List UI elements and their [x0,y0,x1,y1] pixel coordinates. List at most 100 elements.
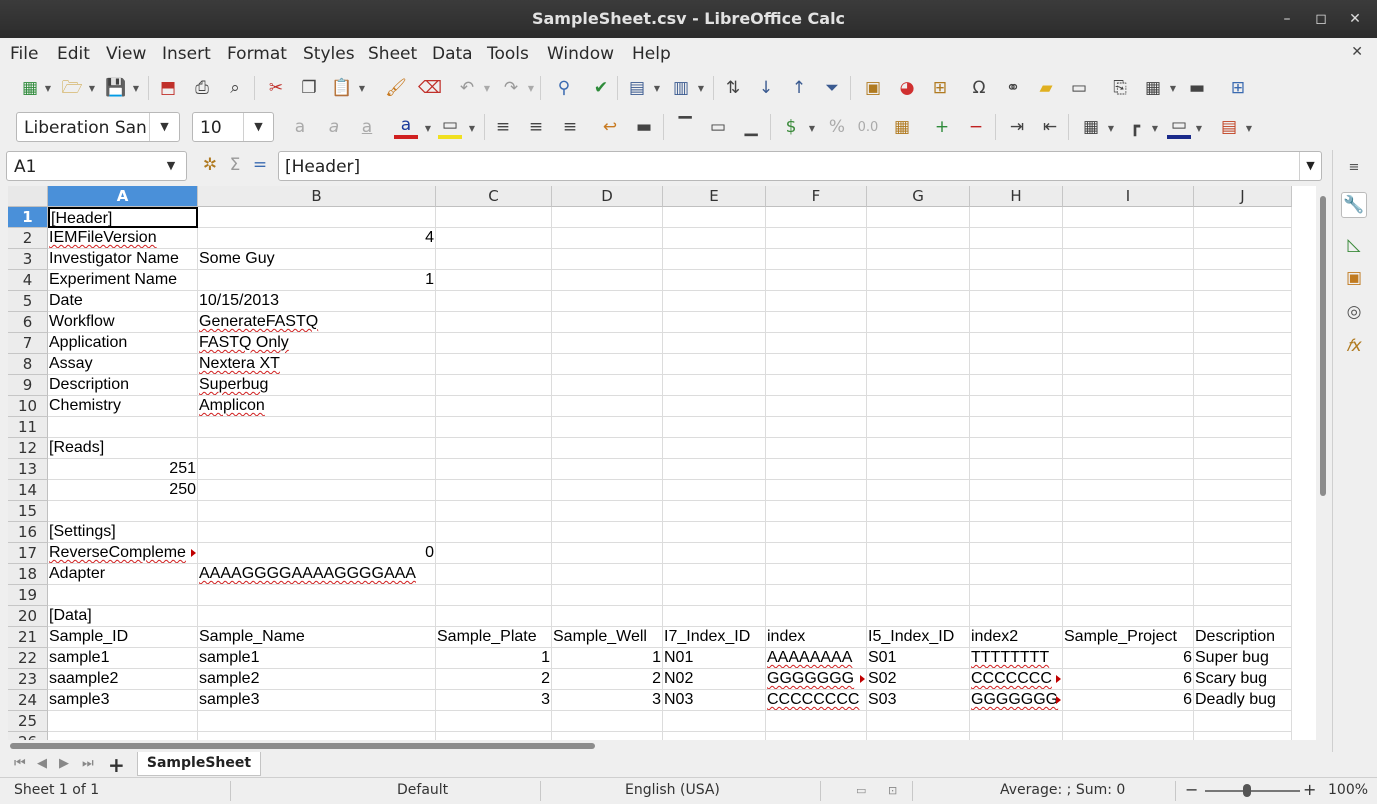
cell-g22[interactable]: S01 [867,648,970,669]
cell-e4[interactable] [663,270,766,291]
cell-g7[interactable] [867,333,970,354]
menu-window[interactable]: Window [547,44,614,64]
cell-c23[interactable]: 2 [436,669,552,690]
bold-icon[interactable]: a [288,115,312,139]
cell-d6[interactable] [552,312,663,333]
cell-a21[interactable]: Sample_ID [48,627,198,648]
cell-e1[interactable] [663,207,766,228]
align-left-icon[interactable]: ≡ [491,115,515,139]
cell-e18[interactable] [663,564,766,585]
cell-j16[interactable] [1194,522,1292,543]
cell-f24[interactable]: CCCCCCCC [766,690,867,711]
cell-h7[interactable] [970,333,1063,354]
open-folder-icon[interactable]: 🗁 [60,76,84,100]
cell-b4[interactable]: 1 [198,270,436,291]
cell-c13[interactable] [436,459,552,480]
close-document-icon[interactable]: ✕ [1351,44,1363,60]
cell-c22[interactable]: 1 [436,648,552,669]
cell-e25[interactable] [663,711,766,732]
cell-d8[interactable] [552,354,663,375]
menu-view[interactable]: View [106,44,146,64]
vertical-scroll-thumb[interactable] [1320,196,1326,496]
chevron-down-icon[interactable]: ▼ [358,84,366,93]
cell-c17[interactable] [436,543,552,564]
cell-h8[interactable] [970,354,1063,375]
cell-f4[interactable] [766,270,867,291]
cell-c3[interactable] [436,249,552,270]
cell-a23[interactable]: saample2 [48,669,198,690]
cell-d4[interactable] [552,270,663,291]
row-header-21[interactable]: 21 [8,627,48,648]
cell-i8[interactable] [1063,354,1194,375]
cell-i19[interactable] [1063,585,1194,606]
cell-i14[interactable] [1063,480,1194,501]
cell-j22[interactable]: Super bug [1194,648,1292,669]
cell-g19[interactable] [867,585,970,606]
cell-d25[interactable] [552,711,663,732]
cell-b18[interactable]: AAAAGGGGAAAAGGGGAAA [198,564,436,585]
cell-h6[interactable] [970,312,1063,333]
cell-d3[interactable] [552,249,663,270]
cell-g2[interactable] [867,228,970,249]
row-header-19[interactable]: 19 [8,585,48,606]
cell-i9[interactable] [1063,375,1194,396]
cell-h1[interactable] [970,207,1063,228]
cell-c19[interactable] [436,585,552,606]
cell-i20[interactable] [1063,606,1194,627]
row-header-24[interactable]: 24 [8,690,48,711]
cell-h26[interactable] [970,732,1063,740]
cell-j7[interactable] [1194,333,1292,354]
cell-f2[interactable] [766,228,867,249]
cell-b13[interactable] [198,459,436,480]
zoom-out-icon[interactable]: − [1185,780,1198,799]
cell-c18[interactable] [436,564,552,585]
cell-a16[interactable]: [Settings] [48,522,198,543]
cell-h24[interactable]: GGGGGGG [970,690,1063,711]
cell-c1[interactable] [436,207,552,228]
copy-icon[interactable]: ❐ [297,76,321,100]
cell-h11[interactable] [970,417,1063,438]
cell-i12[interactable] [1063,438,1194,459]
redo-icon[interactable]: ↷ [499,76,523,100]
last-sheet-icon[interactable]: ⏭ [82,756,94,771]
row-header-13[interactable]: 13 [8,459,48,480]
cell-d26[interactable] [552,732,663,740]
cell-i21[interactable]: Sample_Project [1063,627,1194,648]
cell-e6[interactable] [663,312,766,333]
cell-g5[interactable] [867,291,970,312]
gallery-icon[interactable]: ▣ [1341,265,1367,291]
cell-g13[interactable] [867,459,970,480]
menu-data[interactable]: Data [432,44,473,64]
cell-g25[interactable] [867,711,970,732]
row-header-8[interactable]: 8 [8,354,48,375]
previous-sheet-icon[interactable]: ◀ [37,756,47,771]
cell-f18[interactable] [766,564,867,585]
cell-f7[interactable] [766,333,867,354]
cell-j25[interactable] [1194,711,1292,732]
cell-a26[interactable] [48,732,198,740]
cell-a17[interactable]: ReverseCompleme [48,543,198,564]
menu-sheet[interactable]: Sheet [368,44,417,64]
column-header-d[interactable]: D [552,186,663,207]
cell-e9[interactable] [663,375,766,396]
cell-j26[interactable] [1194,732,1292,740]
borders-icon[interactable]: ▦ [1079,115,1103,139]
cell-g9[interactable] [867,375,970,396]
cell-e17[interactable] [663,543,766,564]
cell-d24[interactable]: 3 [552,690,663,711]
highlight-color-icon[interactable]: ▭ [438,115,462,139]
cell-f25[interactable] [766,711,867,732]
menu-insert[interactable]: Insert [162,44,211,64]
cell-j20[interactable] [1194,606,1292,627]
row-header-15[interactable]: 15 [8,501,48,522]
column-header-j[interactable]: J [1194,186,1292,207]
cell-a12[interactable]: [Reads] [48,438,198,459]
cell-e2[interactable] [663,228,766,249]
cell-h22[interactable]: TTTTTTTT [970,648,1063,669]
cell-e24[interactable]: N03 [663,690,766,711]
cell-j17[interactable] [1194,543,1292,564]
cell-a19[interactable] [48,585,198,606]
cell-j18[interactable] [1194,564,1292,585]
cell-g18[interactable] [867,564,970,585]
cell-a1[interactable]: [Header] [48,207,198,228]
